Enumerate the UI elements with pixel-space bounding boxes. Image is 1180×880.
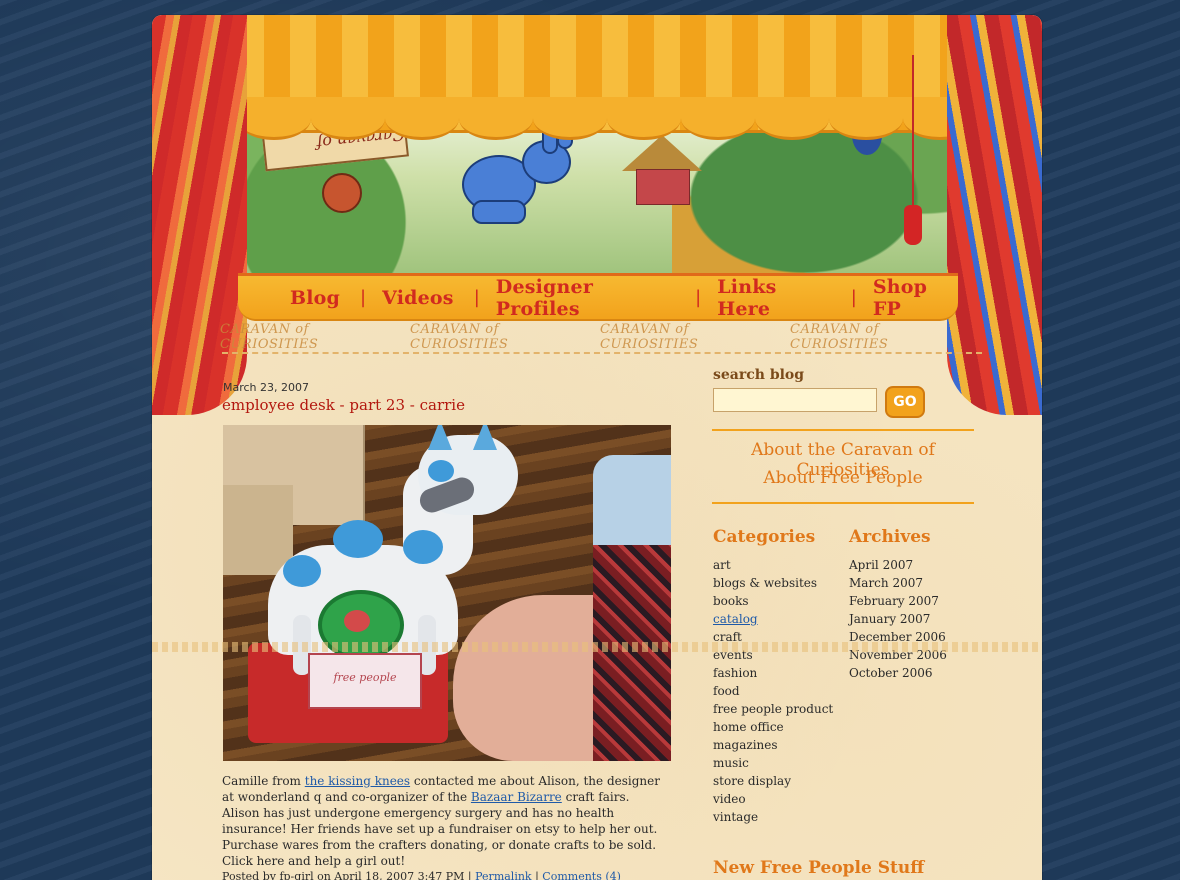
category-item: music	[713, 754, 833, 772]
search-label: search blog	[713, 367, 805, 383]
archive-link[interactable]: March 2007	[849, 576, 923, 590]
category-link-store-display[interactable]: store display	[713, 774, 791, 788]
comments-link[interactable]: Comments (4)	[542, 870, 621, 880]
post-title[interactable]: employee desk - part 23 - carrie	[222, 396, 465, 414]
tassel-illustration	[904, 55, 922, 245]
archive-item: February 2007	[849, 592, 947, 610]
header-illustration: Caravan of Curiosities	[152, 15, 1042, 283]
category-item: video	[713, 790, 833, 808]
category-item: free people product	[713, 700, 833, 718]
category-item: vintage	[713, 808, 833, 826]
category-item: art	[713, 556, 833, 574]
curtain-scallops	[237, 97, 977, 140]
category-link-fp-product[interactable]: free people product	[713, 702, 833, 716]
archive-item: April 2007	[849, 556, 947, 574]
category-link-food[interactable]: food	[713, 684, 740, 698]
about-free-people-link[interactable]: About Free People	[712, 468, 974, 488]
sidebar-divider	[712, 429, 974, 431]
category-link-music[interactable]: music	[713, 756, 749, 770]
category-link-vintage[interactable]: vintage	[713, 810, 758, 824]
category-link-magazines[interactable]: magazines	[713, 738, 778, 752]
nav-shop-fp[interactable]: Shop FP	[873, 276, 958, 320]
footer-separator: |	[531, 870, 543, 880]
photo-card: free people	[308, 653, 422, 709]
tagline-text: CARAVAN of CURIOSITIES	[790, 322, 889, 352]
archive-item: October 2006	[849, 664, 947, 682]
sidebar-divider	[712, 502, 974, 504]
archive-link[interactable]: April 2007	[849, 558, 913, 572]
categories-heading: Categories	[713, 527, 816, 547]
category-item: catalog	[713, 610, 833, 628]
search-go-button[interactable]: GO	[885, 386, 925, 418]
permalink-link[interactable]: Permalink	[475, 870, 531, 880]
post-body: Camille from the kissing knees contacted…	[222, 773, 668, 869]
nav-separator: |	[695, 287, 702, 308]
category-link-video[interactable]: video	[713, 792, 746, 806]
search-input[interactable]	[713, 388, 877, 412]
new-stuff-heading: New Free People Stuff	[713, 858, 925, 878]
page-paper: Caravan of Curiosities Blog | Videos | D…	[152, 15, 1042, 880]
nav-separator: |	[850, 287, 857, 308]
archive-link[interactable]: January 2007	[849, 612, 930, 626]
category-item: fashion	[713, 664, 833, 682]
tagline-banner: CARAVAN of CURIOSITIES CARAVAN of CURIOS…	[220, 322, 980, 352]
category-link-books[interactable]: books	[713, 594, 749, 608]
category-link-home-office[interactable]: home office	[713, 720, 784, 734]
tagline-text: CARAVAN of CURIOSITIES	[600, 322, 699, 352]
category-item: blogs & websites	[713, 574, 833, 592]
photo-card-text: free people	[333, 671, 397, 684]
categories-list: art blogs & websites books catalog craft…	[713, 556, 833, 826]
archives-list: April 2007 March 2007 February 2007 Janu…	[849, 556, 947, 682]
post-date: March 23, 2007	[223, 381, 310, 394]
category-link-art[interactable]: art	[713, 558, 731, 572]
post-byline: Posted by fp-girl on April 18, 2007 3:47…	[222, 870, 476, 880]
nav-separator: |	[473, 287, 480, 308]
monkey-illustration	[322, 173, 362, 213]
post-photo[interactable]: free people	[223, 425, 671, 761]
nav-designer-profiles[interactable]: Designer Profiles	[496, 276, 675, 320]
hut-illustration	[622, 135, 702, 205]
archives-heading: Archives	[849, 527, 931, 547]
category-link-catalog[interactable]: catalog	[713, 612, 758, 626]
main-nav: Blog | Videos | Designer Profiles | Link…	[238, 273, 958, 321]
category-link-blogs[interactable]: blogs & websites	[713, 576, 817, 590]
tagline-text: CARAVAN of CURIOSITIES	[220, 322, 319, 352]
left-curtain	[152, 15, 247, 415]
archive-link[interactable]: February 2007	[849, 594, 939, 608]
category-item: home office	[713, 718, 833, 736]
nav-videos[interactable]: Videos	[382, 287, 454, 309]
bazaar-bizarre-link[interactable]: Bazaar Bizarre	[471, 790, 562, 804]
nav-separator: |	[360, 287, 367, 308]
category-item: food	[713, 682, 833, 700]
stitch-seam	[152, 642, 1042, 652]
right-curtain	[947, 15, 1042, 415]
post-footer: Posted by fp-girl on April 18, 2007 3:47…	[222, 870, 621, 880]
category-item: store display	[713, 772, 833, 790]
post-body-text: Camille from	[222, 774, 305, 788]
nav-blog[interactable]: Blog	[290, 287, 340, 309]
category-item: magazines	[713, 736, 833, 754]
archive-item: March 2007	[849, 574, 947, 592]
tagline-text: CARAVAN of CURIOSITIES	[410, 322, 509, 352]
nav-links-here[interactable]: Links Here	[717, 276, 831, 320]
archive-link[interactable]: October 2006	[849, 666, 932, 680]
category-item: books	[713, 592, 833, 610]
archive-item: January 2007	[849, 610, 947, 628]
category-link-fashion[interactable]: fashion	[713, 666, 757, 680]
kissing-knees-link[interactable]: the kissing knees	[305, 774, 410, 788]
stitch-divider	[222, 352, 982, 354]
